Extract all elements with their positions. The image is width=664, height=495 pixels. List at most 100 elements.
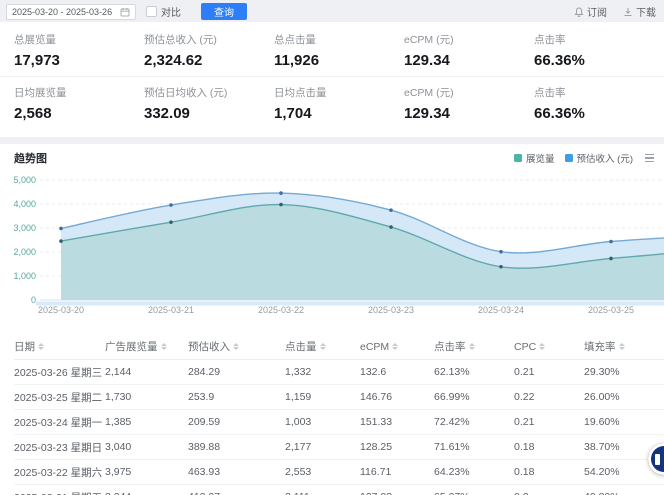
stat-cell: eCPM (元)129.34 (404, 85, 534, 122)
sort-icon[interactable] (619, 343, 625, 350)
download-button[interactable]: 下载 (623, 4, 656, 19)
table-row: 2025-03-22 星期六3,975463.932,553116.7164.2… (14, 460, 664, 485)
legend-label: 预估收入 (元) (577, 151, 633, 165)
table-cell: 62.13% (434, 366, 514, 378)
legend-item-1[interactable]: 展览量 (514, 151, 555, 165)
table-cell: 2,144 (105, 366, 188, 378)
stat-value: 11,926 (274, 52, 404, 69)
trend-card: 趋势图 展览量预估收入 (元) 5,0004,0003,0002,0001,00… (0, 144, 664, 495)
sort-icon[interactable] (539, 343, 545, 350)
x-axis-tick: 2025-03-22 (246, 305, 316, 315)
column-header-label: 点击率 (434, 339, 466, 354)
x-axis-tick: 2025-03-23 (356, 305, 426, 315)
table-cell: 71.61% (434, 441, 514, 453)
table-body: 2025-03-26 星期三2,144284.291,332132.662.13… (14, 360, 664, 495)
table-cell: 0.18 (514, 466, 584, 478)
table-cell: 19.60% (584, 416, 664, 428)
legend-label: 展览量 (526, 151, 555, 165)
stat-label: 预估日均收入 (元) (144, 85, 274, 100)
stat-cell: 点击率66.36% (534, 85, 664, 122)
stat-label: 预估总收入 (元) (144, 32, 274, 47)
stats-row-1: 总展览量 17,973预估总收入 (元)2,324.62总点击量 11,926eCP… (0, 28, 664, 77)
stat-value: 2,568 (14, 105, 144, 122)
stat-label: eCPM (元) (404, 85, 534, 100)
table-cell: 116.71 (360, 466, 434, 478)
subscribe-label: 订阅 (587, 4, 607, 19)
date-range-value: 2025-03-20 - 2025-03-26 (12, 7, 112, 17)
chart-menu-icon[interactable] (645, 154, 654, 163)
legend-item-2[interactable]: 预估收入 (元) (565, 151, 633, 165)
table-cell: 66.99% (434, 391, 514, 403)
column-header-点击量[interactable]: 点击量 (285, 339, 360, 354)
column-header-日期[interactable]: 日期 (14, 339, 105, 354)
column-header-点击率[interactable]: 点击率 (434, 339, 514, 354)
stat-label: 总展览量 (14, 32, 144, 47)
table-cell: 284.29 (188, 366, 285, 378)
x-axis-tick: 2025-03-20 (26, 305, 96, 315)
sort-icon[interactable] (38, 343, 44, 350)
chart-canvas (0, 172, 664, 312)
stat-cell: 总点击量 11,926 (274, 32, 404, 69)
table-header-row: 日期 广告展览量预估收入 点击量 eCPM 点击率 CPC 填充率 (14, 334, 664, 360)
table-cell: 1,332 (285, 366, 360, 378)
table-cell: 253.9 (188, 391, 285, 403)
column-header-广告展览量[interactable]: 广告展览量 (105, 339, 188, 354)
column-header-CPC[interactable]: CPC (514, 341, 584, 353)
column-header-label: CPC (514, 341, 536, 353)
table-cell: 1,159 (285, 391, 360, 403)
stat-cell: 日均点击量1,704 (274, 85, 404, 122)
column-header-label: 预估收入 (188, 339, 230, 354)
sort-icon[interactable] (161, 343, 167, 350)
table-cell: 2,177 (285, 441, 360, 453)
table-cell: 26.00% (584, 391, 664, 403)
table-cell: 72.42% (434, 416, 514, 428)
column-header-eCPM[interactable]: eCPM (360, 341, 434, 353)
sort-icon[interactable] (469, 343, 475, 350)
table-cell: 2025-03-25 星期二 (14, 390, 105, 405)
column-header-预估收入[interactable]: 预估收入 (188, 339, 285, 354)
download-label: 下载 (636, 4, 656, 19)
sort-icon[interactable] (392, 343, 398, 350)
subscribe-button[interactable]: 订阅 (574, 4, 607, 19)
compare-checkbox[interactable] (146, 6, 157, 17)
y-axis-tick: 2,000 (4, 247, 36, 257)
stat-label: eCPM (元) (404, 32, 534, 47)
table-cell: 1,003 (285, 416, 360, 428)
table-cell: 2025-03-23 星期日 (14, 440, 105, 455)
subscribe-bell-icon (574, 7, 584, 17)
stat-label: 点击率 (534, 32, 664, 47)
compare-label: 对比 (161, 4, 181, 19)
table-cell: 1,385 (105, 416, 188, 428)
table-cell: 463.93 (188, 466, 285, 478)
table-cell: 0.2 (514, 491, 584, 495)
stat-value: 17,973 (14, 52, 144, 69)
table-cell: 389.88 (188, 441, 285, 453)
stat-label: 总点击量 (274, 32, 404, 47)
table-cell: 3,040 (105, 441, 188, 453)
stat-cell: 预估总收入 (元)2,324.62 (144, 32, 274, 69)
column-header-label: 点击量 (285, 339, 317, 354)
date-range-input[interactable]: 2025-03-20 - 2025-03-26 (6, 4, 136, 20)
table-cell: 29.30% (584, 366, 664, 378)
column-header-填充率[interactable]: 填充率 (584, 339, 664, 354)
legend-swatch (514, 154, 522, 162)
legend-swatch (565, 154, 573, 162)
stat-cell: 预估日均收入 (元)332.09 (144, 85, 274, 122)
table-cell: 2,553 (285, 466, 360, 478)
daily-stats-table: 日期 广告展览量预估收入 点击量 eCPM 点击率 CPC 填充率 2025-03-26 星… (0, 334, 664, 495)
table-cell: 3,244 (105, 491, 188, 495)
table-cell: 151.33 (360, 416, 434, 428)
sort-icon[interactable] (320, 343, 326, 350)
table-cell: 40.80% (584, 491, 664, 495)
sort-icon[interactable] (233, 343, 239, 350)
table-cell: 0.22 (514, 391, 584, 403)
table-row: 2025-03-23 星期日3,040389.882,177128.2571.6… (14, 435, 664, 460)
x-axis-tick: 2025-03-21 (136, 305, 206, 315)
query-button[interactable]: 查询 (201, 3, 247, 20)
column-header-label: 日期 (14, 339, 35, 354)
table-cell: 64.23% (434, 466, 514, 478)
summary-stats-card: 总展览量17,973预估总收入 (元)2,324.62总点击量11,926eCP… (0, 22, 664, 137)
trend-area-chart[interactable]: 5,0004,0003,0002,0001,00002025-03-202025… (0, 172, 664, 322)
table-cell: 128.25 (360, 441, 434, 453)
column-header-label: eCPM (360, 341, 389, 353)
